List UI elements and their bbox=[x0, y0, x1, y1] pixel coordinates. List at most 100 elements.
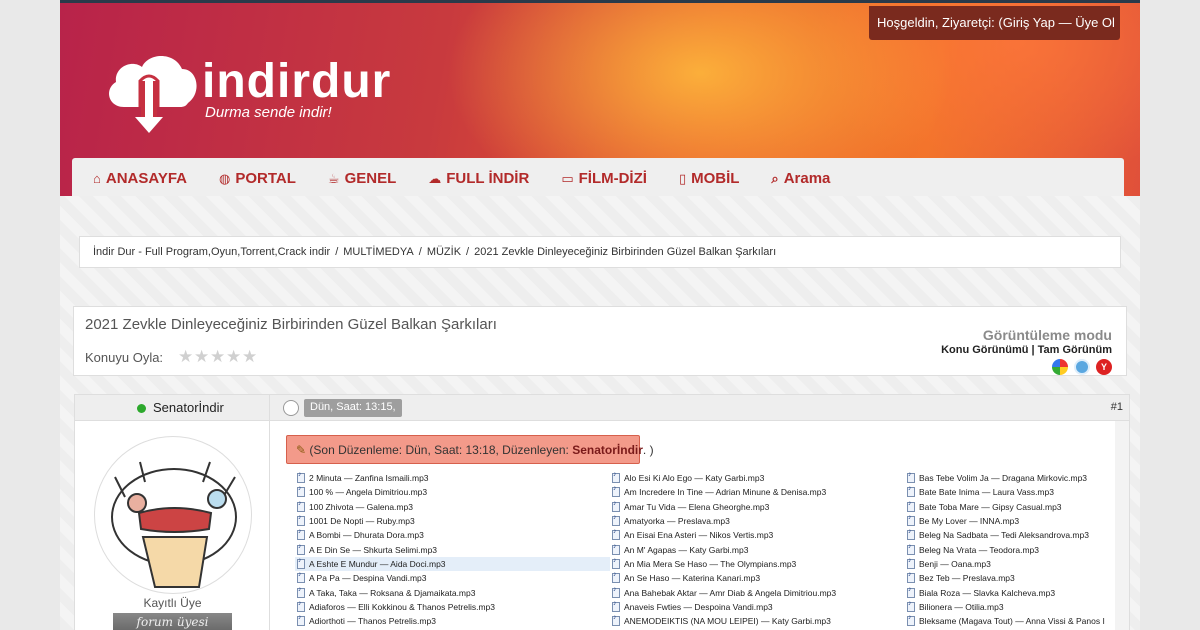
rate-label: Konuyu Oyla: bbox=[85, 350, 164, 365]
audio-file-icon bbox=[297, 543, 305, 555]
star-icon[interactable]: ★ bbox=[226, 348, 242, 365]
post-author[interactable]: Senatorİndir bbox=[153, 400, 224, 415]
coffee-icon: ☕ bbox=[327, 170, 340, 186]
star-icon[interactable]: ★ bbox=[242, 348, 258, 365]
nav-item-5[interactable]: ▯ MOBİL bbox=[667, 158, 759, 196]
monitor-icon: ▭ bbox=[561, 170, 574, 186]
file-column: 2 Minuta — Zanfina Ismaili.mp3 100 % — An… bbox=[295, 471, 610, 630]
edit-note-user[interactable]: Senatorİndir bbox=[572, 443, 643, 457]
audio-file-icon bbox=[612, 514, 620, 527]
file-name: An Mia Mera Se Haso — The Olympians.mp3 bbox=[624, 558, 797, 569]
edit-note: ✎ (Son Düzenleme: Dün, Saat: 13:18, Düze… bbox=[286, 435, 654, 464]
audio-file-icon bbox=[907, 485, 915, 498]
star-icon[interactable]: ★ bbox=[210, 348, 226, 365]
file-item[interactable]: Am Incredere In Tine — Adrian Minune & D… bbox=[610, 485, 905, 499]
file-item[interactable]: Ana Bahebak Aktar — Amr Diab & Angela Di… bbox=[610, 585, 905, 599]
bing-share-icon[interactable] bbox=[1074, 359, 1090, 375]
file-item[interactable]: An Mia Mera Se Haso — The Olympians.mp3 bbox=[610, 557, 905, 571]
main-nav: ⌂ ANASAYFA ◍ PORTAL ☕ GENEL ☁ FULL İNDİR ▭ FİLM-D… bbox=[72, 158, 1124, 196]
view-mode-links[interactable]: Konu Görünümü | Tam Görünüm bbox=[941, 344, 1112, 356]
file-name: Be My Lover — INNA.mp3 bbox=[919, 516, 1020, 527]
audio-file-icon bbox=[907, 500, 915, 512]
audio-file-icon bbox=[907, 514, 915, 527]
file-item[interactable]: Beleg Na Vrata — Teodora.mp3 bbox=[905, 542, 1125, 556]
avatar[interactable] bbox=[94, 436, 252, 594]
file-item[interactable]: An Eisai Ena Asteri — Nikos Vertis.mp3 bbox=[610, 528, 905, 542]
file-item[interactable]: Adiorthoti — Thanos Petrelis.mp3 bbox=[295, 614, 610, 628]
nav-item-1[interactable]: ◍ PORTAL bbox=[207, 158, 316, 196]
file-name: Ana Bahebak Aktar — Amr Diab & Angela Di… bbox=[624, 587, 837, 598]
star-icon[interactable]: ★ bbox=[178, 348, 194, 365]
user-rank-badge: forum üyesi bbox=[113, 613, 232, 630]
file-item[interactable]: An Se Haso — Katerina Kanari.mp3 bbox=[610, 571, 905, 585]
audio-file-icon bbox=[612, 586, 620, 598]
file-item[interactable]: Benji — Oana.mp3 bbox=[905, 557, 1125, 571]
star-icon[interactable]: ★ bbox=[194, 348, 210, 365]
nav-item-2[interactable]: ☕ GENEL bbox=[316, 158, 416, 196]
thread-header: 2021 Zevkle Dinleyeceğiniz Birbirinden G… bbox=[73, 306, 1127, 376]
file-item[interactable]: 1001 De Nopti — Ruby.mp3 bbox=[295, 514, 610, 528]
nav-label: MOBİL bbox=[691, 170, 740, 187]
file-item[interactable]: 100 % — Angela Dimitriou.mp3 bbox=[295, 485, 610, 499]
file-name: A Eshte E Mundur — Aida Doci.mp3 bbox=[309, 558, 446, 569]
file-name: 2 Minuta — Zanfina Ismaili.mp3 bbox=[309, 473, 429, 484]
nav-item-0[interactable]: ⌂ ANASAYFA bbox=[81, 158, 207, 196]
file-item[interactable]: Amatyorka — Preslava.mp3 bbox=[610, 514, 905, 528]
scrollbar[interactable] bbox=[1115, 421, 1129, 630]
file-item[interactable]: ANEMODEIKTIS (NA MOU LEIPEI) — Katy Garb… bbox=[610, 614, 905, 628]
yahoo-share-icon[interactable]: Y bbox=[1096, 359, 1112, 375]
file-item[interactable]: Bate Toba Mare — Gipsy Casual.mp3 bbox=[905, 500, 1125, 514]
audio-file-icon bbox=[297, 586, 305, 598]
audio-file-icon bbox=[297, 485, 305, 498]
rating-stars[interactable]: ★ ★ ★ ★ ★ bbox=[178, 348, 258, 365]
file-item[interactable]: 2 Minuta — Zanfina Ismaili.mp3 bbox=[295, 471, 610, 485]
file-item[interactable]: Amar Tu Vida — Elena Gheorghe.mp3 bbox=[610, 500, 905, 514]
search-icon: ⌕ bbox=[771, 170, 779, 186]
file-item[interactable]: Be My Lover — INNA.mp3 bbox=[905, 514, 1125, 528]
google-share-icon[interactable] bbox=[1052, 359, 1068, 375]
audio-file-icon bbox=[297, 471, 305, 484]
file-item[interactable]: A Eshte E Mundur — Aida Doci.mp3 bbox=[295, 556, 610, 572]
cloud-download-logo-icon[interactable] bbox=[102, 45, 202, 135]
breadcrumb-link[interactable]: MULTİMEDYA bbox=[343, 246, 414, 258]
file-name: Amatyorka — Preslava.mp3 bbox=[624, 516, 730, 527]
logo-text[interactable]: indirdur bbox=[202, 57, 391, 107]
online-status-icon bbox=[137, 404, 146, 413]
audio-file-icon bbox=[297, 500, 305, 512]
file-item[interactable]: 100 Zhivota — Galena.mp3 bbox=[295, 500, 610, 514]
audio-file-icon bbox=[297, 614, 305, 627]
file-item[interactable]: A E Din Se — Shkurta Selimi.mp3 bbox=[295, 542, 610, 556]
file-item[interactable]: A Bombi — Dhurata Dora.mp3 bbox=[295, 528, 610, 542]
welcome-bar[interactable]: Hoşgeldin, Ziyaretçi: (Giriş Yap — Üye O… bbox=[869, 6, 1120, 40]
file-item[interactable]: A Taka, Taka — Roksana & Djamaikata.mp3 bbox=[295, 585, 610, 599]
file-item[interactable]: Anaveis Fwties — Despoina Vandi.mp3 bbox=[610, 600, 905, 614]
audio-file-icon bbox=[612, 528, 620, 541]
file-name: Bilionera — Otilia.mp3 bbox=[919, 601, 1004, 612]
user-title: Kayıtlı Üye bbox=[143, 596, 202, 610]
breadcrumb-link[interactable]: İndir Dur - Full Program,Oyun,Torrent,Cr… bbox=[93, 246, 330, 258]
file-name: Beleg Na Sadbata — Tedi Aleksandrova.mp3 bbox=[919, 530, 1089, 541]
file-item[interactable]: A Pa Pa — Despina Vandi.mp3 bbox=[295, 571, 610, 585]
breadcrumb-link[interactable]: MÜZİK bbox=[427, 246, 461, 258]
file-item[interactable]: Bas Tebe Volim Ja — Dragana Mirkovic.mp3 bbox=[905, 471, 1125, 485]
file-item[interactable]: Bilionera — Otilia.mp3 bbox=[905, 600, 1125, 614]
file-item[interactable]: Beleg Na Sadbata — Tedi Aleksandrova.mp3 bbox=[905, 528, 1125, 542]
file-item[interactable]: Biala Roza — Slavka Kalcheva.mp3 bbox=[905, 585, 1125, 599]
audio-file-icon bbox=[907, 528, 915, 541]
post-number[interactable]: #1 bbox=[1111, 401, 1123, 413]
nav-item-3[interactable]: ☁ FULL İNDİR bbox=[416, 158, 549, 196]
file-name: Bas Tebe Volim Ja — Dragana Mirkovic.mp3 bbox=[919, 473, 1088, 484]
file-item[interactable]: Adiaforos — Elli Kokkinou & Thanos Petre… bbox=[295, 600, 610, 614]
file-name: 100 Zhivota — Galena.mp3 bbox=[309, 501, 413, 512]
file-item[interactable]: An M' Agapas — Katy Garbi.mp3 bbox=[610, 542, 905, 556]
audio-file-icon bbox=[612, 557, 620, 569]
nav-item-4[interactable]: ▭ FİLM-DİZİ bbox=[549, 158, 667, 196]
nav-item-6[interactable]: ⌕ Arama bbox=[759, 158, 850, 196]
file-item[interactable]: Bate Bate Inima — Laura Vass.mp3 bbox=[905, 485, 1125, 499]
file-item[interactable]: Bez Teb — Preslava.mp3 bbox=[905, 571, 1125, 585]
file-item[interactable]: Alo Esi Ki Alo Ego — Katy Garbi.mp3 bbox=[610, 471, 905, 485]
breadcrumb-separator: / bbox=[418, 246, 422, 258]
file-item[interactable]: Bleksame (Magava Tout) — Anna Vissi & Pa… bbox=[905, 614, 1125, 628]
cloud-download-icon: ☁ bbox=[428, 170, 442, 186]
file-name: 1001 De Nopti — Ruby.mp3 bbox=[309, 516, 415, 527]
